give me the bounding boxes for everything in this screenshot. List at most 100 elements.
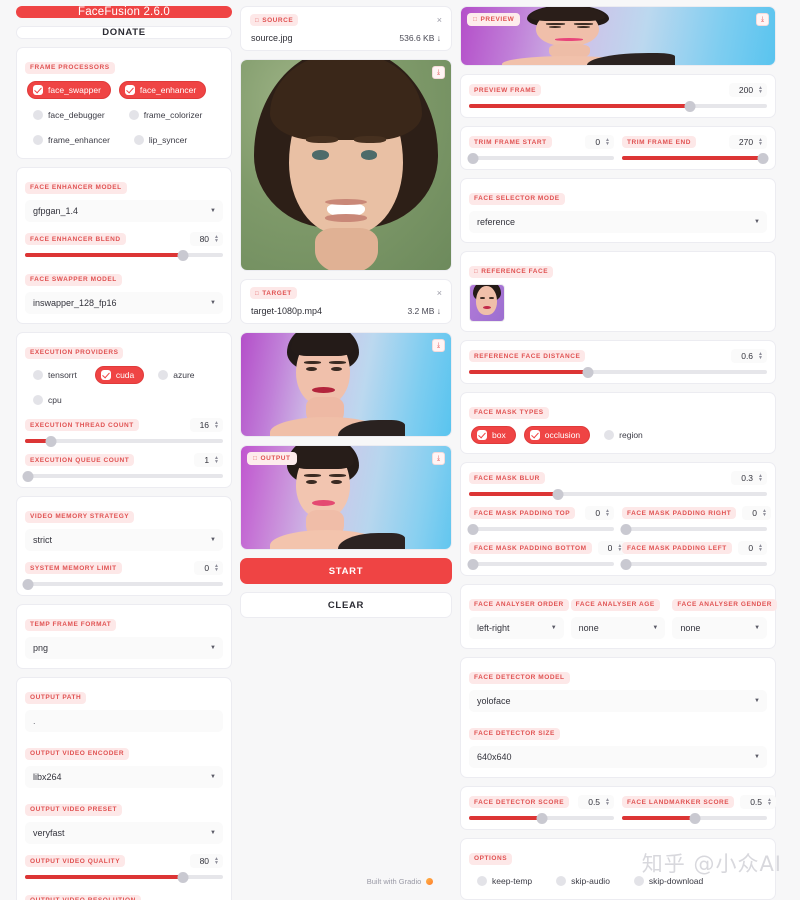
checkbox-region[interactable]: region bbox=[598, 426, 653, 444]
execution-queue-count-slider[interactable] bbox=[22, 470, 223, 482]
face-swapper-model-select[interactable]: inswapper_128_fp16 ▼ bbox=[25, 292, 223, 314]
output-path-input[interactable]: . bbox=[25, 710, 223, 732]
checkbox-occlusion[interactable]: occlusion bbox=[523, 426, 591, 444]
reference-face-thumbnail[interactable] bbox=[469, 284, 505, 322]
checkbox-face-swapper[interactable]: face_swapper bbox=[27, 81, 111, 99]
target-filesize[interactable]: 3.2 MB ↓ bbox=[407, 306, 441, 316]
face-detector-score-slider[interactable] bbox=[469, 812, 614, 824]
reference-face-distance-slider[interactable] bbox=[469, 366, 767, 378]
output-video-preset-select[interactable]: veryfast ▼ bbox=[25, 822, 223, 844]
face-mask-padding-top-stepper[interactable]: 0 ▲ ▼ bbox=[585, 506, 614, 520]
start-button[interactable]: START bbox=[240, 558, 452, 584]
target-close-button[interactable]: × bbox=[437, 288, 442, 298]
trim-frame-start-slider[interactable] bbox=[467, 152, 614, 164]
download-icon[interactable]: ⤓ bbox=[756, 13, 769, 26]
preview-panel[interactable]: PREVIEW ⤓ bbox=[460, 6, 776, 66]
checkbox-face-debugger[interactable]: face_debugger bbox=[27, 106, 115, 124]
spinner-icon[interactable]: ▲ ▼ bbox=[605, 509, 610, 518]
spinner-icon[interactable]: ▲ ▼ bbox=[758, 544, 763, 553]
spinner-icon[interactable]: ▲ ▼ bbox=[767, 798, 772, 807]
face-selector-mode-select[interactable]: reference ▼ bbox=[469, 211, 767, 233]
footer-text[interactable]: Built with Gradio bbox=[367, 877, 422, 886]
reference-face-distance-stepper[interactable]: 0.6 ▲ ▼ bbox=[731, 349, 767, 363]
face-landmarker-score-stepper[interactable]: 0.5 ▲ ▼ bbox=[740, 795, 776, 809]
face-detector-score-stepper[interactable]: 0.5 ▲ ▼ bbox=[578, 795, 614, 809]
source-file-meta: source.jpg 536.6 KB ↓ bbox=[248, 33, 444, 43]
checkbox-cuda[interactable]: cuda bbox=[94, 366, 145, 384]
face-landmarker-score-slider[interactable] bbox=[622, 812, 767, 824]
face-enhancer-model-select[interactable]: gfpgan_1.4 ▼ bbox=[25, 200, 223, 222]
execution-thread-count-stepper[interactable]: 16 ▲ ▼ bbox=[189, 418, 223, 432]
source-filesize[interactable]: 536.6 KB ↓ bbox=[399, 33, 441, 43]
face-enhancer-blend-slider[interactable] bbox=[25, 249, 223, 261]
spinner-icon[interactable]: ▲ ▼ bbox=[605, 138, 610, 147]
face-mask-padding-right-stepper[interactable]: 0 ▲ ▼ bbox=[742, 506, 771, 520]
spinner-icon[interactable]: ▲ ▼ bbox=[758, 86, 763, 95]
download-icon[interactable]: ⤓ bbox=[432, 66, 445, 79]
face-analyser-order-select[interactable]: left-right ▼ bbox=[469, 617, 564, 639]
spinner-icon[interactable]: ▲ ▼ bbox=[758, 474, 763, 483]
preview-frame-slider[interactable] bbox=[469, 100, 767, 112]
trim-frame-end-slider[interactable] bbox=[622, 152, 769, 164]
spinner-icon[interactable]: ▲ ▼ bbox=[214, 456, 219, 465]
face-detector-score-group: FACE DETECTOR SCORE 0.5 ▲ ▼ bbox=[469, 795, 614, 824]
trim-frame-start-stepper[interactable]: 0 ▲ ▼ bbox=[585, 135, 614, 149]
face-analyser-age-select[interactable]: none ▼ bbox=[570, 617, 666, 639]
video-memory-strategy-select[interactable]: strict ▼ bbox=[25, 529, 223, 551]
face-mask-blur-stepper[interactable]: 0.3 ▲ ▼ bbox=[731, 471, 767, 485]
spinner-icon[interactable]: ▲ ▼ bbox=[762, 509, 767, 518]
preview-frame-stepper[interactable]: 200 ▲ ▼ bbox=[728, 83, 767, 97]
face-enhancer-blend-stepper[interactable]: 80 ▲ ▼ bbox=[189, 232, 223, 246]
face-mask-padding-left-stepper[interactable]: 0 ▲ ▼ bbox=[738, 541, 767, 555]
source-image-preview[interactable]: ⤓ bbox=[240, 59, 452, 271]
spinner-icon[interactable]: ▲ ▼ bbox=[214, 857, 219, 866]
target-video-preview[interactable]: ⤓ bbox=[240, 332, 452, 437]
face-mask-padding-right-slider[interactable] bbox=[620, 523, 767, 535]
source-file-card: SOURCE × source.jpg 536.6 KB ↓ bbox=[240, 6, 452, 51]
execution-thread-count-slider[interactable] bbox=[25, 435, 223, 447]
download-icon[interactable]: ⤓ bbox=[432, 452, 445, 465]
face-mask-padding-bottom-group: FACE MASK PADDING BOTTOM 0 ▲ ▼ bbox=[467, 541, 627, 570]
chevron-down-icon: ▼ bbox=[210, 645, 216, 651]
donate-button[interactable]: DONATE bbox=[16, 26, 232, 39]
trim-frame-end-stepper[interactable]: 270 ▲ ▼ bbox=[728, 135, 767, 149]
output-video-preview[interactable]: OUTPUT ⤓ bbox=[240, 445, 452, 550]
checkbox-azure[interactable]: azure bbox=[152, 366, 204, 384]
face-mask-padding-left-slider[interactable] bbox=[620, 558, 767, 570]
spinner-icon[interactable]: ▲ ▼ bbox=[758, 352, 763, 361]
face-mask-padding-top-label: FACE MASK PADDING TOP bbox=[469, 507, 576, 519]
spinner-icon[interactable]: ▲ ▼ bbox=[214, 421, 219, 430]
checkbox-face-enhancer[interactable]: face_enhancer bbox=[118, 81, 207, 99]
download-icon[interactable]: ⤓ bbox=[432, 339, 445, 352]
checkbox-cpu[interactable]: cpu bbox=[27, 391, 72, 409]
spinner-icon[interactable]: ▲ ▼ bbox=[605, 798, 610, 807]
trim-frame-end-label: TRIM FRAME END bbox=[622, 136, 697, 148]
checkbox-lip-syncer[interactable]: lip_syncer bbox=[128, 131, 197, 149]
spinner-icon[interactable]: ▲ ▼ bbox=[214, 235, 219, 244]
output-video-encoder-select[interactable]: libx264 ▼ bbox=[25, 766, 223, 788]
face-mask-padding-row-1: FACE MASK PADDING TOP 0 ▲ ▼ FACE MASK PAD… bbox=[467, 506, 771, 535]
system-memory-limit-slider[interactable] bbox=[22, 578, 223, 590]
clear-button[interactable]: CLEAR bbox=[240, 592, 452, 618]
checkbox-frame-enhancer[interactable]: frame_enhancer bbox=[27, 131, 120, 149]
source-close-button[interactable]: × bbox=[437, 15, 442, 25]
stepper-value: 80 bbox=[199, 856, 210, 866]
face-mask-blur-slider[interactable] bbox=[469, 488, 767, 500]
stepper-value: 0 bbox=[595, 508, 601, 518]
face-mask-padding-top-slider[interactable] bbox=[467, 523, 614, 535]
system-memory-limit-stepper[interactable]: 0 ▲ ▼ bbox=[194, 561, 223, 575]
spinner-icon[interactable]: ▲ ▼ bbox=[214, 564, 219, 573]
checkbox-box[interactable]: box bbox=[471, 426, 516, 444]
checkbox-tensorrt[interactable]: tensorrt bbox=[27, 366, 87, 384]
reference-face-label: REFERENCE FACE bbox=[469, 265, 554, 278]
face-detector-size-select[interactable]: 640x640 ▼ bbox=[469, 746, 767, 768]
spinner-icon[interactable]: ▲ ▼ bbox=[758, 138, 763, 147]
execution-queue-count-stepper[interactable]: 1 ▲ ▼ bbox=[194, 453, 223, 467]
face-detector-model-select[interactable]: yoloface ▼ bbox=[469, 690, 767, 712]
output-video-quality-stepper[interactable]: 80 ▲ ▼ bbox=[189, 854, 223, 868]
face-analyser-gender-select[interactable]: none ▼ bbox=[672, 617, 768, 639]
checkbox-frame-colorizer[interactable]: frame_colorizer bbox=[123, 106, 213, 124]
temp-frame-format-select[interactable]: png ▼ bbox=[25, 637, 223, 659]
trim-frames-card: TRIM FRAME START 0 ▲ ▼ TRIM FRAME END 27… bbox=[460, 126, 776, 170]
face-mask-padding-bottom-slider[interactable] bbox=[467, 558, 614, 570]
